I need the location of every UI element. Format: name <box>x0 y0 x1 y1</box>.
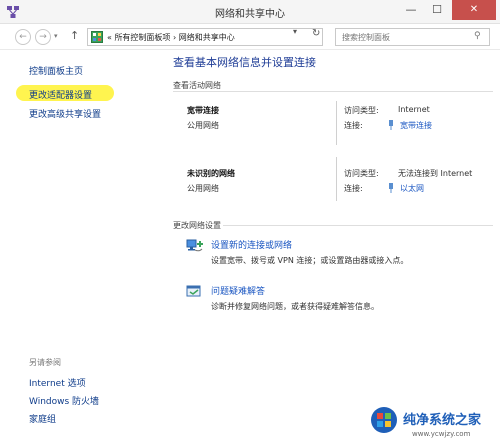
page-title: 查看基本网络信息并设置连接 <box>173 56 316 69</box>
ethernet-link[interactable]: 以太网 <box>400 183 424 194</box>
ethernet-icon <box>389 183 393 193</box>
forward-button[interactable]: → <box>35 29 51 45</box>
access-type-label: 访问类型: <box>344 169 379 178</box>
maximize-button[interactable]: ☐ <box>424 0 450 20</box>
broadband-icon <box>389 120 393 130</box>
watermark-url: www.ycwjzy.com <box>412 430 471 438</box>
troubleshoot-icon <box>186 285 201 297</box>
minimize-button[interactable]: — <box>398 0 424 20</box>
active-networks-heading: 查看活动网络 <box>173 81 221 90</box>
address-field[interactable]: « 所有控制面板项 › 网络和共享中心 <box>87 28 323 46</box>
sidebar-item-change-advanced-sharing[interactable]: 更改高级共享设置 <box>29 107 101 120</box>
up-button[interactable]: ↑ <box>70 29 79 42</box>
main-panel: 查看基本网络信息并设置连接 查看活动网络 宽带连接 公用网络 访问类型: Int… <box>160 51 500 447</box>
watermark-title: 纯净系统之家 <box>403 413 482 428</box>
control-panel-icon <box>91 31 103 43</box>
back-button[interactable]: ← <box>15 29 31 45</box>
sidebar-item-internet-options[interactable]: Internet 选项 <box>29 376 86 389</box>
watermark-logo <box>371 407 397 433</box>
title-bar: 网络和共享中心 — ☐ ✕ <box>0 0 500 24</box>
change-settings-heading: 更改网络设置 <box>173 221 221 230</box>
troubleshoot-link[interactable]: 问题疑难解答 <box>211 284 265 297</box>
sidebar-item-change-adapter-settings[interactable]: 更改适配器设置 <box>29 88 92 101</box>
access-type-label: 访问类型: <box>344 106 379 115</box>
breadcrumb: « 所有控制面板项 › 网络和共享中心 <box>107 33 235 42</box>
broadband-connection-link[interactable]: 宽带连接 <box>400 120 432 131</box>
setup-new-connection-link[interactable]: 设置新的连接或网络 <box>211 238 292 251</box>
column-divider <box>336 157 337 201</box>
network-name: 未识别的网络 <box>187 169 235 178</box>
refresh-button[interactable]: ↻ <box>312 28 320 39</box>
section-divider <box>173 91 493 92</box>
search-input[interactable] <box>335 28 490 46</box>
see-also-heading: 另请参阅 <box>29 358 61 367</box>
sidebar: 控制面板主页 更改适配器设置 更改高级共享设置 另请参阅 Internet 选项… <box>0 51 160 447</box>
task-description: 诊断并修复网络问题，或者获得疑难解答信息。 <box>211 302 379 311</box>
network-category: 公用网络 <box>187 121 219 130</box>
new-connection-icon <box>186 239 203 252</box>
connection-label: 连接: <box>344 121 363 130</box>
access-type-value: 无法连接到 Internet <box>398 169 473 178</box>
search-icon[interactable]: ⚲ <box>474 31 481 41</box>
access-type-value: Internet <box>398 105 430 114</box>
column-divider <box>336 101 337 145</box>
task-description: 设置宽带、拨号或 VPN 连接；或设置路由器或接入点。 <box>211 256 409 265</box>
sidebar-item-windows-firewall[interactable]: Windows 防火墙 <box>29 394 99 407</box>
network-category: 公用网络 <box>187 184 219 193</box>
sidebar-item-control-panel-home[interactable]: 控制面板主页 <box>29 64 83 77</box>
recent-locations-dropdown[interactable]: ▾ <box>54 32 58 40</box>
network-name: 宽带连接 <box>187 106 219 115</box>
sidebar-item-homegroup[interactable]: 家庭组 <box>29 412 56 425</box>
connection-label: 连接: <box>344 184 363 193</box>
close-button[interactable]: ✕ <box>452 0 496 20</box>
section-divider <box>223 225 493 226</box>
address-dropdown[interactable]: ▾ <box>293 27 297 36</box>
